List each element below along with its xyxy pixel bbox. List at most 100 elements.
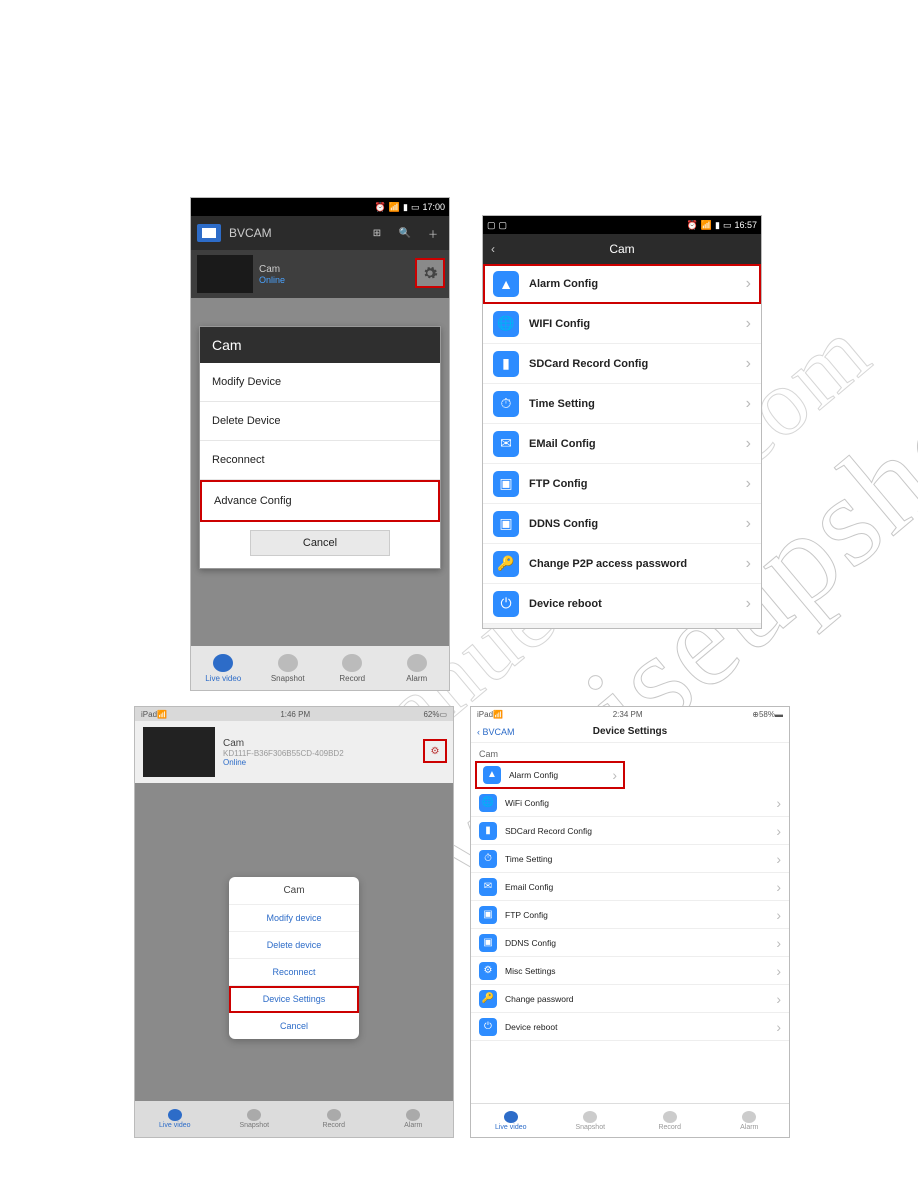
tab-snapshot[interactable]: Snapshot <box>215 1101 295 1137</box>
tab-alarm[interactable]: Alarm <box>385 646 450 690</box>
row-label: Change password <box>505 994 768 1004</box>
alert-icon: ▲ <box>493 271 519 297</box>
search-icon[interactable]: 🔍 <box>395 223 415 243</box>
tab-label: Alarm <box>740 1124 758 1131</box>
grid-icon[interactable]: ⊞ <box>367 223 387 243</box>
screenshot-icon: ▢ <box>499 220 508 231</box>
sheet-item-reconnect[interactable]: Reconnect <box>229 959 359 986</box>
clock-icon: ⏱ <box>493 391 519 417</box>
tab-label: Snapshot <box>575 1124 605 1131</box>
row-ddns[interactable]: ▣DDNS Config› <box>483 504 761 544</box>
tab-label: Live video <box>495 1124 527 1131</box>
tab-live-video[interactable]: Live video <box>135 1101 215 1137</box>
ddns-icon: ▣ <box>479 934 497 952</box>
row-label: Change P2P access password <box>529 558 736 570</box>
tab-live-video[interactable]: Live video <box>471 1104 551 1137</box>
menu-item-modify[interactable]: Modify Device <box>200 363 440 402</box>
row-alarm-config[interactable]: ▲Alarm Config› <box>483 264 761 304</box>
sheet-item-delete[interactable]: Delete device <box>229 932 359 959</box>
back-icon[interactable]: ‹ <box>491 242 495 256</box>
row-ddns[interactable]: ▣DDNS Config› <box>471 929 789 957</box>
device-thumbnail <box>197 255 253 293</box>
row-email[interactable]: ✉Email Config› <box>471 873 789 901</box>
tab-snapshot[interactable]: Snapshot <box>256 646 321 690</box>
screenshot-4: iPad 📶 2:34 PM ⊕ 58% ▬ ‹ BVCAM Device Se… <box>470 706 790 1138</box>
wifi-icon: 📶 <box>701 220 712 231</box>
row-alarm-config[interactable]: ▲Alarm Config› <box>475 761 625 789</box>
tab-alarm[interactable]: Alarm <box>374 1101 454 1137</box>
menu-item-reconnect[interactable]: Reconnect <box>200 441 440 480</box>
device-info: Cam Online <box>259 264 285 285</box>
alarm-tab-icon <box>742 1111 756 1123</box>
row-time[interactable]: ⏱Time Setting› <box>483 384 761 424</box>
device-label: iPad <box>477 710 493 719</box>
device-row[interactable]: Cam Online <box>191 250 449 298</box>
screenshot-icon: ▢ <box>487 220 496 231</box>
row-reboot[interactable]: ⏻Device reboot› <box>483 584 761 624</box>
alarm-tab-icon <box>406 1109 420 1121</box>
cancel-button[interactable]: Cancel <box>250 530 390 556</box>
chevron-right-icon: › <box>776 935 781 951</box>
chevron-right-icon: › <box>776 907 781 923</box>
row-time[interactable]: ⏱Time Setting› <box>471 845 789 873</box>
tab-live-video[interactable]: Live video <box>191 646 256 690</box>
chevron-right-icon: › <box>746 275 751 293</box>
add-icon[interactable]: ＋ <box>423 223 443 243</box>
back-button[interactable]: ‹ BVCAM <box>477 727 515 737</box>
battery-icon: ▭ <box>723 220 732 231</box>
nav-bar: ‹ BVCAM Device Settings <box>471 721 789 743</box>
status-time: 2:34 PM <box>613 710 643 719</box>
alarm-tab-icon <box>407 654 427 672</box>
menu-item-delete[interactable]: Delete Device <box>200 402 440 441</box>
row-ftp[interactable]: ▣FTP Config› <box>483 464 761 504</box>
row-label: FTP Config <box>529 478 736 490</box>
device-label: iPad <box>141 710 157 719</box>
alarm-icon: ⏰ <box>375 202 386 213</box>
ddns-icon: ▣ <box>493 511 519 537</box>
tab-record[interactable]: Record <box>320 646 385 690</box>
chevron-right-icon: › <box>776 1019 781 1035</box>
tab-record[interactable]: Record <box>630 1104 710 1137</box>
status-time: 17:00 <box>422 202 445 212</box>
app-bar: BVCAM ⊞ 🔍 ＋ <box>191 216 449 250</box>
sheet-item-device-settings[interactable]: Device Settings <box>229 986 359 1013</box>
sheet-cancel[interactable]: Cancel <box>229 1013 359 1039</box>
tab-label: Record <box>658 1124 681 1131</box>
row-reboot[interactable]: ⏻Device reboot› <box>471 1013 789 1041</box>
ftp-icon: ▣ <box>479 906 497 924</box>
device-name: Cam <box>259 264 285 275</box>
tab-label: Live video <box>205 674 241 683</box>
sheet-item-modify[interactable]: Modify device <box>229 905 359 932</box>
gear-svg <box>422 265 438 281</box>
section-header: Cam <box>471 743 789 761</box>
row-label: SDCard Record Config <box>529 358 736 370</box>
row-ftp[interactable]: ▣ FTP Config › <box>471 901 789 929</box>
camera-icon <box>168 1109 182 1121</box>
tab-label: Record <box>322 1122 345 1129</box>
row-wifi-config[interactable]: 🌐WiFi Config› <box>471 789 789 817</box>
tab-alarm[interactable]: Alarm <box>710 1104 790 1137</box>
gear-icon[interactable] <box>415 258 445 288</box>
snapshot-icon <box>583 1111 597 1123</box>
tab-snapshot[interactable]: Snapshot <box>551 1104 631 1137</box>
row-email[interactable]: ✉EMail Config› <box>483 424 761 464</box>
row-wifi-config[interactable]: 🌐WIFI Config› <box>483 304 761 344</box>
gear-icon[interactable]: ⚙ <box>423 739 447 763</box>
header-title: Cam <box>609 242 634 256</box>
chevron-right-icon: › <box>746 395 751 413</box>
row-label: FTP Config <box>505 910 768 920</box>
row-password[interactable]: 🔑Change P2P access password› <box>483 544 761 584</box>
tab-record[interactable]: Record <box>294 1101 374 1137</box>
wifi-icon: 📶 <box>389 202 400 213</box>
row-password[interactable]: 🔑Change password› <box>471 985 789 1013</box>
row-misc[interactable]: ⚙Misc Settings› <box>471 957 789 985</box>
chevron-right-icon: › <box>746 515 751 533</box>
tab-label: Alarm <box>404 1122 422 1129</box>
row-sdcard[interactable]: ▮SDCard Record Config› <box>483 344 761 384</box>
screenshot-2: ▢ ▢ ⏰ 📶 ▮ ▭ 16:57 ‹ Cam ▲Alarm Config› 🌐… <box>482 215 762 629</box>
row-sdcard[interactable]: ▮SDCard Record Config› <box>471 817 789 845</box>
device-row[interactable]: Cam KD111F-B36F306B55CD-409BD2 Online ⚙ <box>135 721 453 783</box>
row-label: WiFi Config <box>505 798 768 808</box>
sdcard-icon: ▮ <box>493 351 519 377</box>
menu-item-advance-config[interactable]: Advance Config <box>200 480 440 522</box>
